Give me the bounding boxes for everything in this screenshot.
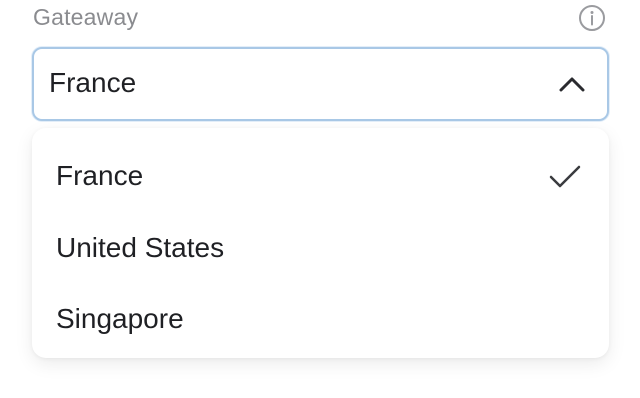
info-icon[interactable] [578,4,606,32]
select-value: France [49,67,137,98]
chevron-up-icon [559,77,585,92]
option-singapore[interactable]: Singapore [32,279,609,349]
dropdown-menu: France United States Singapore [32,128,609,358]
option-label: France [56,160,144,191]
gateway-select[interactable]: France [32,47,609,121]
option-label: United States [56,232,225,263]
option-united-states[interactable]: United States [32,208,609,278]
option-france[interactable]: France [32,136,609,206]
option-label: Singapore [56,303,184,334]
field-label: Gateaway [33,4,139,30]
checkmark-icon [549,165,581,188]
